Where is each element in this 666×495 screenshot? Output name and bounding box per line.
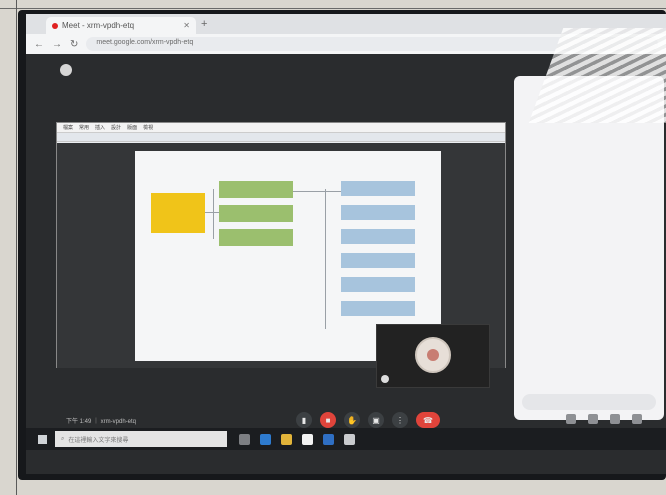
meeting-controls: ▮ ■ ✋ ▣ ⋮ ☎ [296,412,440,428]
mindmap-root-node [151,193,205,233]
edge-icon[interactable] [260,433,271,445]
mindmap-leaf-node [341,301,415,316]
menu-design[interactable]: 設計 [111,124,121,131]
mindmap-connector [325,189,326,329]
meeting-side-panel [514,76,664,420]
close-tab-icon[interactable]: ✕ [183,21,190,30]
file-explorer-icon[interactable] [281,433,292,445]
chrome-icon[interactable] [344,433,355,445]
mindmap-connector [293,191,341,192]
present-icon[interactable]: ▣ [368,412,384,428]
menu-layout[interactable]: 版面 [127,124,137,131]
store-icon[interactable] [302,433,313,445]
mic-icon[interactable]: ▮ [296,412,312,428]
avatar [415,337,451,373]
org-logo-icon [60,64,72,76]
chat-icon[interactable] [610,414,620,424]
mindmap-connector [205,212,219,213]
hangup-icon[interactable]: ☎ [416,412,440,428]
recording-dot-icon [52,22,58,29]
windows-taskbar: ⌕ 在這裡輸入文字來搜尋 [26,428,666,450]
mindmap-leaf-node [341,205,415,220]
menu-view[interactable]: 檢視 [143,124,153,131]
menu-insert[interactable]: 插入 [95,124,105,131]
mindmap-leaf-node [341,277,415,292]
mic-status-icon [381,375,389,383]
mindmap-node [219,205,293,222]
activities-icon[interactable] [632,414,642,424]
windows-start-icon[interactable] [38,434,47,444]
document-menubar: 檔案 常用 插入 設計 版面 檢視 [57,123,505,133]
raise-hand-icon[interactable]: ✋ [344,412,360,428]
reload-icon[interactable]: ↻ [70,39,78,50]
mindmap-leaf-node [341,253,415,268]
menu-home[interactable]: 常用 [79,124,89,131]
task-view-icon[interactable] [239,433,250,445]
frame-line [16,0,17,495]
forward-icon[interactable]: → [52,39,62,50]
mindmap-node [219,181,293,198]
mail-icon[interactable] [323,433,334,445]
mindmap-leaf-node [341,181,415,196]
back-icon[interactable]: ← [34,39,44,50]
more-options-icon[interactable]: ⋮ [392,412,408,428]
monitor-screen: Meet - xrm-vpdh-etq ✕ + ← → ↻ meet.googl… [26,14,666,474]
mindmap-leaf-node [341,229,415,244]
search-icon: ⌕ [61,435,65,442]
frame-line [0,8,666,9]
people-icon[interactable] [588,414,598,424]
meet-header [60,64,80,76]
self-view-tile[interactable] [376,324,490,388]
browser-tab[interactable]: Meet - xrm-vpdh-etq ✕ [46,17,196,34]
mindmap-connector [213,189,214,239]
mindmap-node [219,229,293,246]
meeting-time-code: 下午 1:49 ｜ xrm-vpdh-etq [66,419,137,425]
taskbar-search-input[interactable]: ⌕ 在這裡輸入文字來搜尋 [55,431,227,447]
tab-title: Meet - xrm-vpdh-etq [62,21,135,30]
document-ribbon [57,133,505,142]
taskbar-apps [239,433,355,445]
info-icon[interactable] [566,414,576,424]
camera-off-icon[interactable]: ■ [320,412,336,428]
taskbar-search-placeholder: 在這裡輸入文字來搜尋 [68,437,129,444]
photo-background: Meet - xrm-vpdh-etq ✕ + ← → ↻ meet.googl… [0,0,666,495]
new-tab-icon[interactable]: + [201,18,207,30]
menu-file[interactable]: 檔案 [63,124,73,131]
meeting-side-controls [566,414,642,424]
